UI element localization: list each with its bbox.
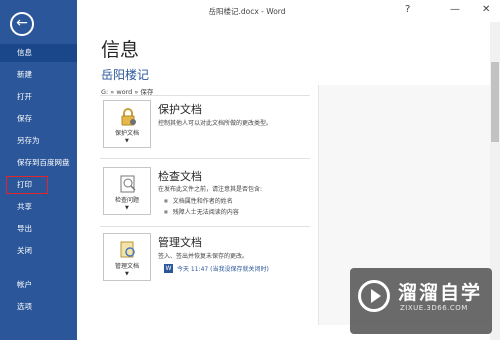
chevron-down-icon: ▼ bbox=[125, 271, 129, 277]
lock-icon bbox=[121, 108, 136, 126]
watermark-url: ZIXUE.3D66.COM bbox=[400, 304, 468, 312]
sidebar-item-open[interactable]: 打开 bbox=[0, 88, 77, 106]
manage-document-title: 管理文档 bbox=[158, 236, 202, 249]
chevron-down-icon: ▼ bbox=[125, 205, 129, 211]
sidebar-item-options[interactable]: 选项 bbox=[0, 298, 77, 316]
protect-document-button[interactable]: 保护文档 ▼ bbox=[103, 100, 151, 148]
sidebar-item-export[interactable]: 导出 bbox=[0, 220, 77, 238]
inspect-document-desc: 在发布此文件之前，请注意其是否包含: bbox=[158, 186, 263, 193]
manage-document-button[interactable]: 管理文档 ▼ bbox=[103, 233, 151, 281]
check-issues-button[interactable]: 检查问题 ▼ bbox=[103, 167, 151, 215]
divider bbox=[100, 226, 310, 227]
autosave-version-link[interactable]: 今天 11:47 (当我没保存就关闭时) bbox=[177, 264, 269, 273]
close-button[interactable]: ✕ bbox=[482, 4, 490, 15]
protect-document-desc: 控制其他人可以对此文档所做的更改类型。 bbox=[158, 120, 273, 127]
sidebar-item-account[interactable]: 帐户 bbox=[0, 276, 77, 294]
manage-document-label: 管理文档 bbox=[114, 263, 139, 270]
divider bbox=[100, 158, 310, 159]
watermark-logo: 溜溜自学 ZIXUE.3D66.COM bbox=[350, 268, 492, 334]
sidebar-item-new[interactable]: 新建 bbox=[0, 66, 77, 84]
inspect-document-title: 检查文档 bbox=[158, 170, 202, 183]
inspect-bullet-2: 残障人士无法阅读的内容 bbox=[164, 207, 239, 216]
sidebar-item-info[interactable]: 信息 bbox=[0, 44, 77, 62]
manage-document-desc: 签入、签出并恢复未保存的更改。 bbox=[158, 253, 249, 260]
sidebar-item-share[interactable]: 共享 bbox=[0, 198, 77, 216]
word-file-icon: W bbox=[164, 264, 173, 273]
chevron-down-icon: ▼ bbox=[125, 138, 129, 144]
help-button[interactable]: ? bbox=[405, 4, 410, 15]
watermark-text: 溜溜自学 bbox=[398, 282, 483, 304]
scroll-thumb[interactable] bbox=[491, 62, 499, 142]
sidebar-item-save-baidu[interactable]: 保存到百度网盘 bbox=[0, 154, 77, 172]
inspect-document-icon bbox=[120, 175, 136, 193]
page-title: 信息 bbox=[101, 39, 140, 61]
sidebar-item-close[interactable]: 关闭 bbox=[0, 242, 77, 260]
window-title: 岳阳楼记.docx - Word bbox=[208, 7, 286, 16]
play-icon bbox=[358, 280, 390, 312]
inspect-bullet-1: 文档属性和作者的姓名 bbox=[164, 196, 233, 205]
back-arrow-icon[interactable]: ← bbox=[10, 12, 34, 36]
sidebar-item-save-as[interactable]: 另存为 bbox=[0, 132, 77, 150]
sidebar-item-save[interactable]: 保存 bbox=[0, 110, 77, 128]
protect-document-label: 保护文档 bbox=[114, 130, 139, 137]
divider bbox=[100, 95, 310, 96]
manage-document-icon bbox=[120, 241, 135, 258]
minimize-button[interactable]: — bbox=[450, 4, 460, 15]
sidebar-item-print[interactable]: 打印 bbox=[6, 176, 48, 194]
document-name: 岳阳楼记 bbox=[101, 68, 150, 82]
title-bar: 岳阳楼记.docx - Word ? — ✕ bbox=[77, 0, 500, 22]
backstage-sidebar: ← 信息 新建 打开 保存 另存为 保存到百度网盘 打印 共享 导出 关闭 帐户… bbox=[0, 0, 77, 340]
protect-document-title: 保护文档 bbox=[158, 103, 202, 116]
check-issues-label: 检查问题 bbox=[114, 197, 139, 204]
